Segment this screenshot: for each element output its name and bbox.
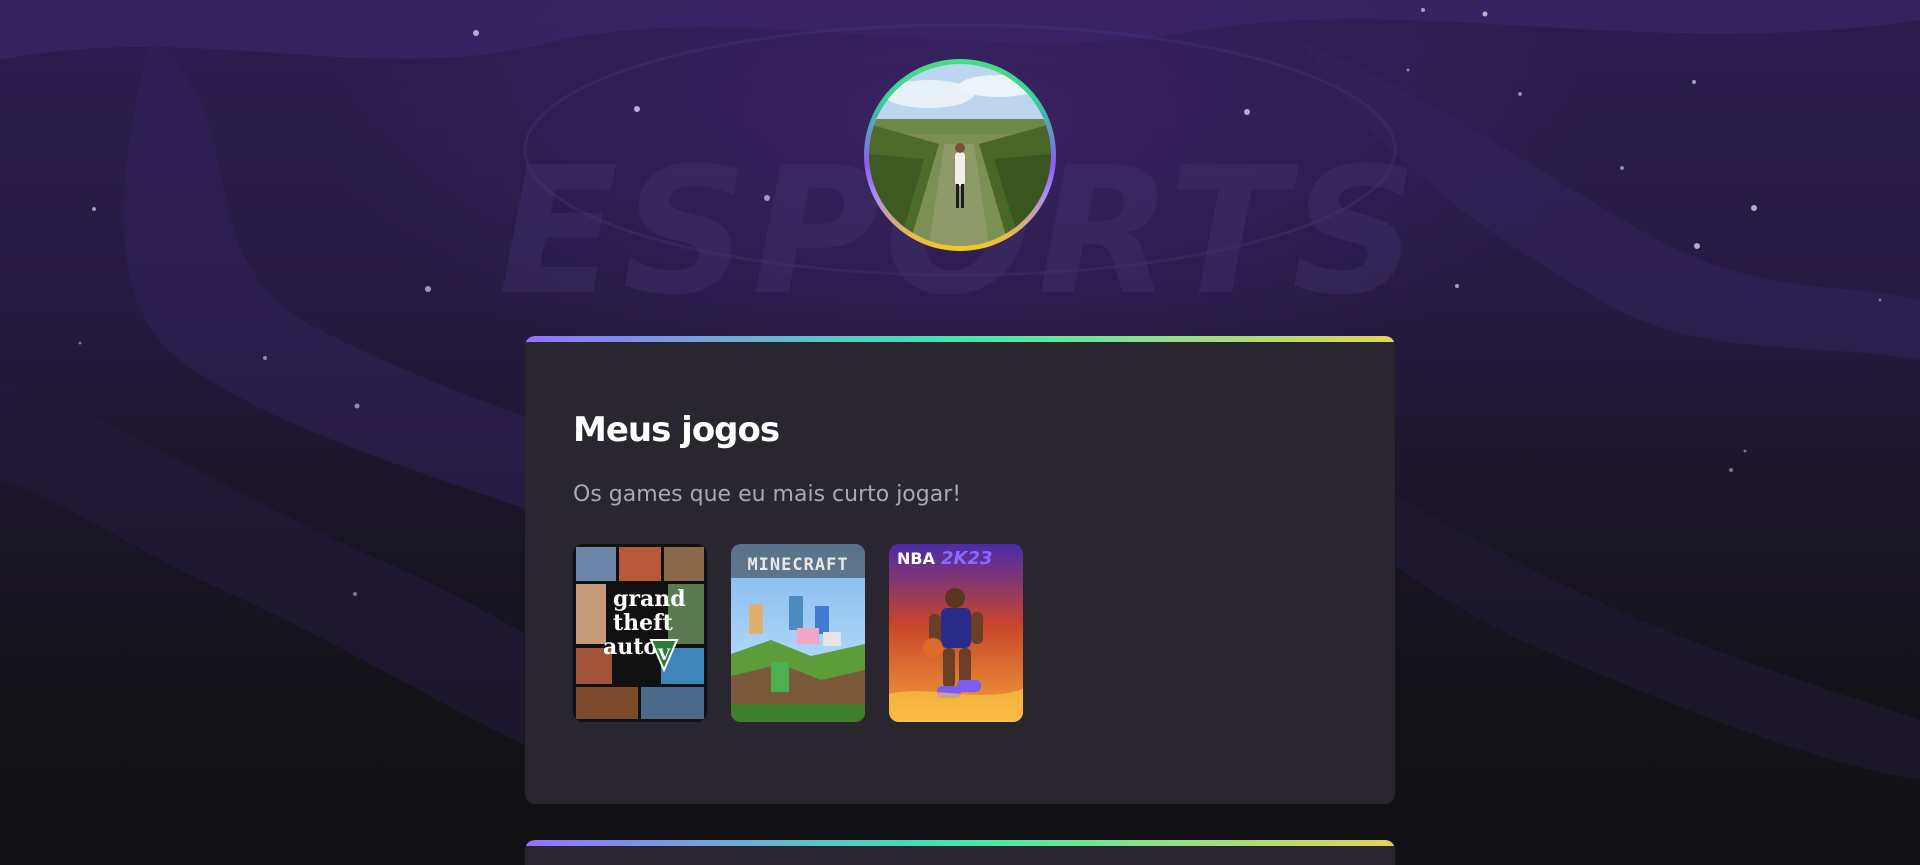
svg-text:V: V (657, 645, 671, 664)
games-card: Meus jogos Os games que eu mais curto jo… (525, 336, 1395, 804)
game-cover-nba-2k23[interactable]: NBA 2K23 (889, 544, 1023, 722)
game-cover-minecraft[interactable]: MINECRAFT (731, 544, 865, 722)
svg-text:auto: auto (603, 634, 658, 660)
nba-2k23-cover-art: NBA 2K23 (889, 544, 1023, 722)
svg-text:theft: theft (613, 610, 674, 636)
page: ESPORTS (0, 0, 1920, 865)
svg-text:grand: grand (613, 586, 686, 612)
profile-avatar (864, 59, 1056, 251)
svg-text:2K23: 2K23 (941, 548, 993, 569)
games-list: grand theft auto V MINECRAFT NBA 2K23 (573, 544, 1347, 722)
next-card (525, 840, 1395, 865)
games-card-subtitle: Os games que eu mais curto jogar! (573, 482, 962, 507)
vineyard-photo-icon (869, 64, 1051, 246)
games-card-title: Meus jogos (573, 410, 780, 450)
svg-text:MINECRAFT: MINECRAFT (747, 555, 848, 575)
minecraft-cover-art: MINECRAFT (731, 544, 865, 722)
game-cover-gta-v[interactable]: grand theft auto V (573, 544, 707, 722)
gta-v-cover-art: grand theft auto V (573, 544, 707, 722)
profile-photo (869, 64, 1051, 246)
svg-text:NBA: NBA (897, 549, 936, 568)
